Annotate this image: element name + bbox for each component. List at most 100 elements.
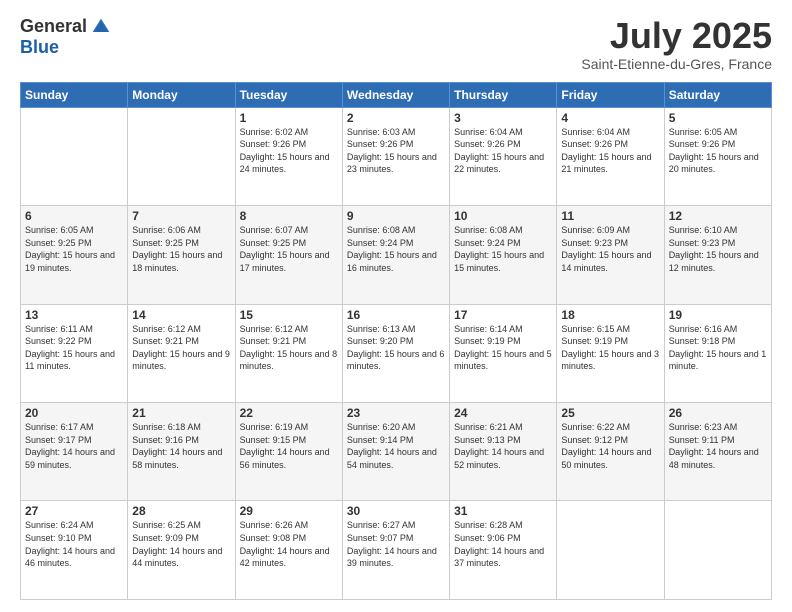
- day-number: 23: [347, 406, 445, 420]
- header: General Blue July 2025 Saint-Etienne-du-…: [20, 16, 772, 72]
- day-info: Sunrise: 6:21 AM Sunset: 9:13 PM Dayligh…: [454, 421, 552, 471]
- day-info: Sunrise: 6:08 AM Sunset: 9:24 PM Dayligh…: [454, 224, 552, 274]
- logo-icon: [91, 17, 111, 37]
- day-number: 13: [25, 308, 123, 322]
- calendar-cell: [21, 107, 128, 205]
- logo-general: General: [20, 16, 87, 37]
- calendar-cell: 1Sunrise: 6:02 AM Sunset: 9:26 PM Daylig…: [235, 107, 342, 205]
- day-number: 15: [240, 308, 338, 322]
- day-info: Sunrise: 6:10 AM Sunset: 9:23 PM Dayligh…: [669, 224, 767, 274]
- calendar-cell: 28Sunrise: 6:25 AM Sunset: 9:09 PM Dayli…: [128, 501, 235, 600]
- day-number: 3: [454, 111, 552, 125]
- calendar-cell: [664, 501, 771, 600]
- day-number: 28: [132, 504, 230, 518]
- calendar-week-2: 6Sunrise: 6:05 AM Sunset: 9:25 PM Daylig…: [21, 206, 772, 304]
- day-info: Sunrise: 6:09 AM Sunset: 9:23 PM Dayligh…: [561, 224, 659, 274]
- day-number: 8: [240, 209, 338, 223]
- day-info: Sunrise: 6:12 AM Sunset: 9:21 PM Dayligh…: [240, 323, 338, 373]
- day-number: 31: [454, 504, 552, 518]
- calendar-cell: 23Sunrise: 6:20 AM Sunset: 9:14 PM Dayli…: [342, 403, 449, 501]
- day-number: 6: [25, 209, 123, 223]
- calendar-cell: 19Sunrise: 6:16 AM Sunset: 9:18 PM Dayli…: [664, 304, 771, 402]
- day-info: Sunrise: 6:26 AM Sunset: 9:08 PM Dayligh…: [240, 519, 338, 569]
- calendar-cell: 4Sunrise: 6:04 AM Sunset: 9:26 PM Daylig…: [557, 107, 664, 205]
- day-info: Sunrise: 6:04 AM Sunset: 9:26 PM Dayligh…: [454, 126, 552, 176]
- calendar-cell: 13Sunrise: 6:11 AM Sunset: 9:22 PM Dayli…: [21, 304, 128, 402]
- calendar-cell: 2Sunrise: 6:03 AM Sunset: 9:26 PM Daylig…: [342, 107, 449, 205]
- day-info: Sunrise: 6:05 AM Sunset: 9:25 PM Dayligh…: [25, 224, 123, 274]
- day-info: Sunrise: 6:04 AM Sunset: 9:26 PM Dayligh…: [561, 126, 659, 176]
- calendar-cell: 26Sunrise: 6:23 AM Sunset: 9:11 PM Dayli…: [664, 403, 771, 501]
- day-info: Sunrise: 6:24 AM Sunset: 9:10 PM Dayligh…: [25, 519, 123, 569]
- day-info: Sunrise: 6:19 AM Sunset: 9:15 PM Dayligh…: [240, 421, 338, 471]
- col-sunday: Sunday: [21, 82, 128, 107]
- day-info: Sunrise: 6:08 AM Sunset: 9:24 PM Dayligh…: [347, 224, 445, 274]
- logo: General Blue: [20, 16, 111, 58]
- col-thursday: Thursday: [450, 82, 557, 107]
- calendar-cell: 27Sunrise: 6:24 AM Sunset: 9:10 PM Dayli…: [21, 501, 128, 600]
- calendar-table: Sunday Monday Tuesday Wednesday Thursday…: [20, 82, 772, 600]
- calendar-cell: 18Sunrise: 6:15 AM Sunset: 9:19 PM Dayli…: [557, 304, 664, 402]
- day-number: 16: [347, 308, 445, 322]
- day-info: Sunrise: 6:14 AM Sunset: 9:19 PM Dayligh…: [454, 323, 552, 373]
- day-info: Sunrise: 6:20 AM Sunset: 9:14 PM Dayligh…: [347, 421, 445, 471]
- day-number: 12: [669, 209, 767, 223]
- page: General Blue July 2025 Saint-Etienne-du-…: [0, 0, 792, 612]
- day-number: 19: [669, 308, 767, 322]
- calendar-cell: 25Sunrise: 6:22 AM Sunset: 9:12 PM Dayli…: [557, 403, 664, 501]
- calendar-cell: 16Sunrise: 6:13 AM Sunset: 9:20 PM Dayli…: [342, 304, 449, 402]
- day-info: Sunrise: 6:25 AM Sunset: 9:09 PM Dayligh…: [132, 519, 230, 569]
- day-number: 24: [454, 406, 552, 420]
- day-number: 17: [454, 308, 552, 322]
- day-number: 18: [561, 308, 659, 322]
- calendar-cell: 8Sunrise: 6:07 AM Sunset: 9:25 PM Daylig…: [235, 206, 342, 304]
- day-number: 26: [669, 406, 767, 420]
- day-number: 25: [561, 406, 659, 420]
- day-number: 7: [132, 209, 230, 223]
- day-info: Sunrise: 6:06 AM Sunset: 9:25 PM Dayligh…: [132, 224, 230, 274]
- calendar-week-1: 1Sunrise: 6:02 AM Sunset: 9:26 PM Daylig…: [21, 107, 772, 205]
- day-info: Sunrise: 6:07 AM Sunset: 9:25 PM Dayligh…: [240, 224, 338, 274]
- calendar-cell: 21Sunrise: 6:18 AM Sunset: 9:16 PM Dayli…: [128, 403, 235, 501]
- calendar-cell: 24Sunrise: 6:21 AM Sunset: 9:13 PM Dayli…: [450, 403, 557, 501]
- calendar-cell: 22Sunrise: 6:19 AM Sunset: 9:15 PM Dayli…: [235, 403, 342, 501]
- calendar-cell: 30Sunrise: 6:27 AM Sunset: 9:07 PM Dayli…: [342, 501, 449, 600]
- day-number: 20: [25, 406, 123, 420]
- calendar-cell: 6Sunrise: 6:05 AM Sunset: 9:25 PM Daylig…: [21, 206, 128, 304]
- day-info: Sunrise: 6:23 AM Sunset: 9:11 PM Dayligh…: [669, 421, 767, 471]
- day-number: 1: [240, 111, 338, 125]
- calendar-cell: 29Sunrise: 6:26 AM Sunset: 9:08 PM Dayli…: [235, 501, 342, 600]
- calendar-cell: 17Sunrise: 6:14 AM Sunset: 9:19 PM Dayli…: [450, 304, 557, 402]
- day-number: 22: [240, 406, 338, 420]
- calendar-cell: 14Sunrise: 6:12 AM Sunset: 9:21 PM Dayli…: [128, 304, 235, 402]
- day-info: Sunrise: 6:12 AM Sunset: 9:21 PM Dayligh…: [132, 323, 230, 373]
- col-tuesday: Tuesday: [235, 82, 342, 107]
- calendar-cell: 3Sunrise: 6:04 AM Sunset: 9:26 PM Daylig…: [450, 107, 557, 205]
- day-info: Sunrise: 6:02 AM Sunset: 9:26 PM Dayligh…: [240, 126, 338, 176]
- day-info: Sunrise: 6:27 AM Sunset: 9:07 PM Dayligh…: [347, 519, 445, 569]
- day-info: Sunrise: 6:22 AM Sunset: 9:12 PM Dayligh…: [561, 421, 659, 471]
- calendar-week-4: 20Sunrise: 6:17 AM Sunset: 9:17 PM Dayli…: [21, 403, 772, 501]
- day-number: 4: [561, 111, 659, 125]
- day-info: Sunrise: 6:15 AM Sunset: 9:19 PM Dayligh…: [561, 323, 659, 373]
- day-number: 11: [561, 209, 659, 223]
- day-info: Sunrise: 6:18 AM Sunset: 9:16 PM Dayligh…: [132, 421, 230, 471]
- day-number: 14: [132, 308, 230, 322]
- calendar-cell: [128, 107, 235, 205]
- day-number: 9: [347, 209, 445, 223]
- day-info: Sunrise: 6:05 AM Sunset: 9:26 PM Dayligh…: [669, 126, 767, 176]
- calendar-week-3: 13Sunrise: 6:11 AM Sunset: 9:22 PM Dayli…: [21, 304, 772, 402]
- day-info: Sunrise: 6:17 AM Sunset: 9:17 PM Dayligh…: [25, 421, 123, 471]
- calendar-cell: 11Sunrise: 6:09 AM Sunset: 9:23 PM Dayli…: [557, 206, 664, 304]
- calendar-cell: 9Sunrise: 6:08 AM Sunset: 9:24 PM Daylig…: [342, 206, 449, 304]
- day-number: 5: [669, 111, 767, 125]
- day-info: Sunrise: 6:13 AM Sunset: 9:20 PM Dayligh…: [347, 323, 445, 373]
- day-info: Sunrise: 6:28 AM Sunset: 9:06 PM Dayligh…: [454, 519, 552, 569]
- day-number: 10: [454, 209, 552, 223]
- calendar-cell: 31Sunrise: 6:28 AM Sunset: 9:06 PM Dayli…: [450, 501, 557, 600]
- title-area: July 2025 Saint-Etienne-du-Gres, France: [581, 16, 772, 72]
- subtitle: Saint-Etienne-du-Gres, France: [581, 56, 772, 72]
- calendar-cell: 15Sunrise: 6:12 AM Sunset: 9:21 PM Dayli…: [235, 304, 342, 402]
- calendar-cell: 5Sunrise: 6:05 AM Sunset: 9:26 PM Daylig…: [664, 107, 771, 205]
- col-wednesday: Wednesday: [342, 82, 449, 107]
